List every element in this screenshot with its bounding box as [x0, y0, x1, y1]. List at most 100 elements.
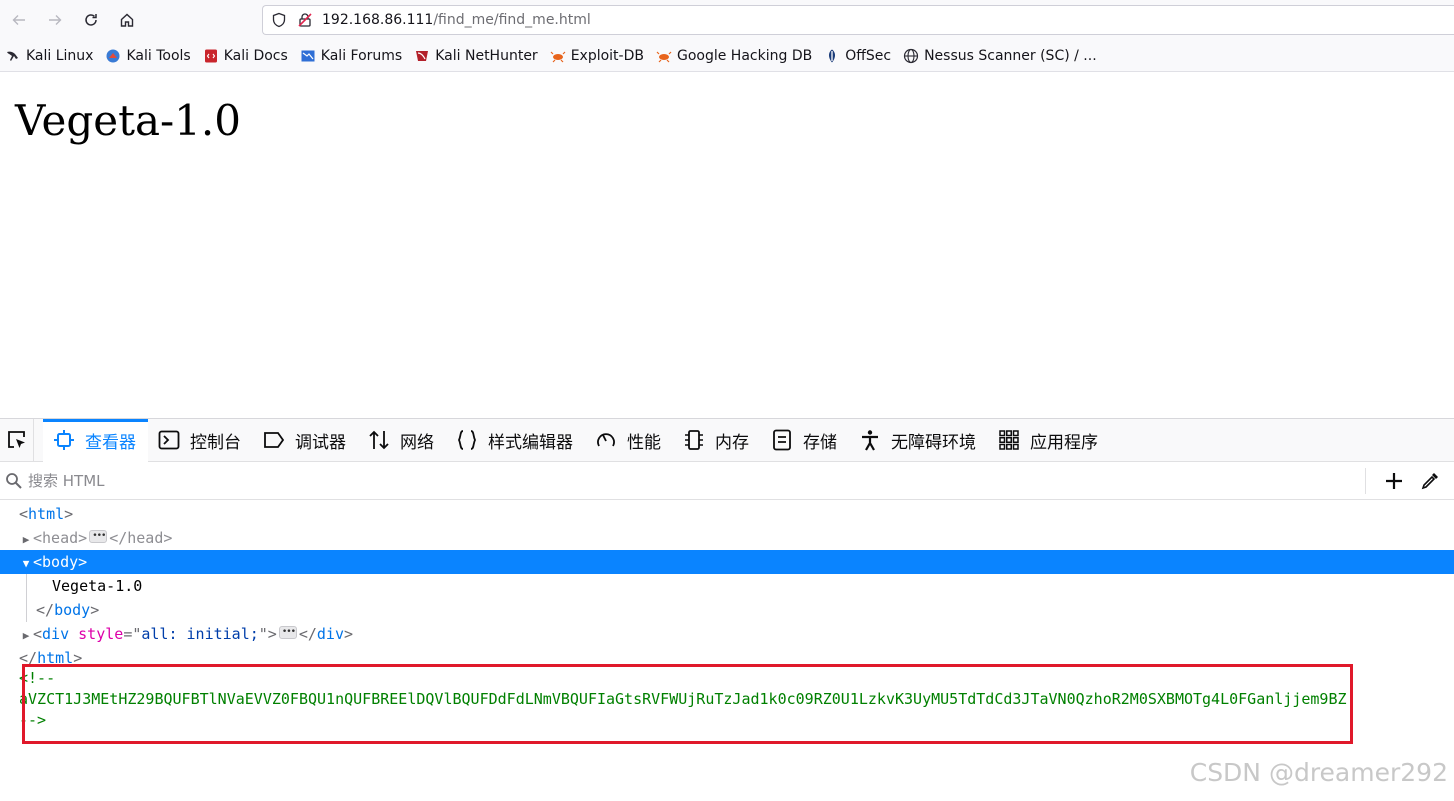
ghdb-icon: [656, 48, 672, 64]
url-host: 192.168.86.111: [322, 12, 434, 28]
console-icon: [158, 429, 180, 451]
tab-label: 内存: [715, 432, 749, 453]
tab-label: 存储: [803, 432, 837, 453]
tab-label: 无障碍环境: [891, 432, 976, 453]
url-text[interactable]: 192.168.86.111/find_me/find_me.html: [322, 12, 591, 28]
collapsed-ellipsis-icon[interactable]: [89, 524, 108, 548]
tracking-protection-shield-icon[interactable]: [266, 7, 292, 33]
performance-icon: [595, 429, 617, 451]
bookmark-label: Exploit-DB: [570, 47, 644, 64]
tab-console[interactable]: 控制台: [148, 419, 253, 462]
devtools-tabbar: 查看器 控制台 调试器 网络 样式编辑器 性能 内存 存储 无障碍环境 应用程序: [0, 418, 1454, 462]
globe-icon: [903, 48, 919, 64]
bookmark-nessus[interactable]: Nessus Scanner (SC) / ...: [903, 48, 1097, 64]
html-search-bar: 搜索 HTML: [0, 462, 1454, 500]
indent-guide: [26, 574, 27, 622]
html-search-input[interactable]: 搜索 HTML: [28, 470, 105, 491]
tag-name: html: [28, 505, 65, 523]
attr-value: all: initial;: [141, 625, 259, 643]
bookmark-exploit-db[interactable]: Exploit-DB: [550, 48, 644, 64]
reload-button[interactable]: [73, 4, 109, 36]
tab-label: 应用程序: [1030, 432, 1098, 453]
memory-icon: [683, 429, 705, 451]
insecure-lock-icon[interactable]: [292, 7, 318, 33]
tab-inspector[interactable]: 查看器: [43, 418, 148, 462]
tag-name: div: [42, 625, 70, 643]
url-bar[interactable]: 192.168.86.111/find_me/find_me.html: [262, 5, 1454, 35]
bookmark-kali-tools[interactable]: Kali Tools: [105, 48, 191, 64]
expand-arrow-icon[interactable]: ▶: [19, 624, 33, 648]
tab-network[interactable]: 网络: [358, 419, 446, 462]
tree-node-html-open[interactable]: <html>: [0, 502, 1454, 526]
exploit-db-icon: [550, 48, 566, 64]
text-node: Vegeta-1.0: [52, 577, 143, 595]
forward-button[interactable]: [37, 4, 73, 36]
accessibility-icon: [859, 429, 881, 451]
bookmark-label: Kali NetHunter: [435, 47, 538, 64]
page-viewport: Vegeta-1.0: [0, 72, 1454, 418]
inspector-icon: [53, 429, 75, 451]
search-separator: [1365, 468, 1366, 494]
tab-label: 调试器: [295, 432, 346, 453]
url-path: /find_me/find_me.html: [433, 12, 591, 28]
tree-node-body-close[interactable]: </body>: [0, 598, 1454, 622]
tab-style-editor[interactable]: 样式编辑器: [446, 419, 585, 462]
tree-node-body-selected[interactable]: ▼ <body>: [0, 550, 1454, 574]
tab-label: 查看器: [85, 432, 136, 453]
kali-docs-icon: [203, 48, 219, 64]
kali-nethunter-icon: [414, 48, 430, 64]
style-editor-icon: [456, 429, 478, 451]
element-picker-button[interactable]: [0, 418, 34, 462]
tab-label: 控制台: [190, 432, 241, 453]
bookmark-kali-linux[interactable]: Kali Linux: [5, 48, 93, 64]
back-button[interactable]: [1, 4, 37, 36]
kali-forums-icon: [300, 48, 316, 64]
tab-accessibility[interactable]: 无障碍环境: [849, 419, 988, 462]
home-icon: [120, 13, 134, 27]
tree-node-head[interactable]: ▶<head></head>: [0, 524, 1454, 552]
plus-icon: [1386, 473, 1402, 489]
tag-name: head: [127, 529, 164, 547]
search-icon: [0, 472, 28, 490]
bookmark-kali-nethunter[interactable]: Kali NetHunter: [414, 47, 538, 64]
tab-memory[interactable]: 内存: [673, 419, 761, 462]
tab-storage[interactable]: 存储: [761, 419, 849, 462]
collapsed-ellipsis-icon[interactable]: [278, 620, 297, 644]
bookmark-kali-forums[interactable]: Kali Forums: [300, 48, 402, 64]
storage-icon: [771, 429, 793, 451]
offsec-icon: [824, 48, 840, 64]
tab-label: 性能: [627, 432, 661, 453]
tag-name: body: [42, 553, 79, 571]
bookmark-label: Kali Forums: [320, 47, 403, 64]
expand-arrow-icon[interactable]: ▶: [19, 528, 33, 552]
bookmark-google-hacking-db[interactable]: Google Hacking DB: [656, 48, 812, 64]
tree-node-div[interactable]: ▶<div style="all: initial;"></div>: [0, 620, 1454, 648]
application-icon: [998, 429, 1020, 451]
kali-dragon-icon: [5, 48, 21, 64]
tab-debugger[interactable]: 调试器: [253, 419, 358, 462]
bookmark-offsec[interactable]: OffSec: [824, 48, 891, 64]
bookmark-label: Nessus Scanner (SC) / ...: [924, 47, 1097, 64]
tag-name: body: [54, 601, 91, 619]
tab-application[interactable]: 应用程序: [988, 419, 1110, 462]
tab-performance[interactable]: 性能: [585, 419, 673, 462]
bookmark-kali-docs[interactable]: Kali Docs: [203, 48, 288, 64]
navigation-toolbar: 192.168.86.111/find_me/find_me.html: [0, 0, 1454, 40]
eyedropper-button[interactable]: [1412, 465, 1448, 497]
add-node-button[interactable]: [1376, 465, 1412, 497]
attr-name: style: [78, 625, 124, 643]
kali-tools-icon: [105, 48, 121, 64]
collapse-arrow-icon[interactable]: ▼: [19, 552, 33, 576]
bookmark-label: Google Hacking DB: [676, 47, 813, 64]
tab-label: 网络: [400, 432, 434, 453]
element-picker-icon: [7, 431, 25, 448]
home-button[interactable]: [109, 4, 145, 36]
bookmarks-toolbar: Kali Linux Kali Tools Kali Docs Kali For…: [0, 40, 1454, 72]
tag-name: div: [316, 625, 344, 643]
watermark: CSDN @dreamer292: [1189, 758, 1448, 787]
tree-node-text[interactable]: Vegeta-1.0: [0, 574, 1454, 598]
arrow-left-icon: [12, 15, 25, 25]
bookmark-label: OffSec: [845, 47, 892, 64]
highlight-annotation-box: [22, 664, 1353, 744]
arrow-right-icon: [49, 15, 62, 25]
